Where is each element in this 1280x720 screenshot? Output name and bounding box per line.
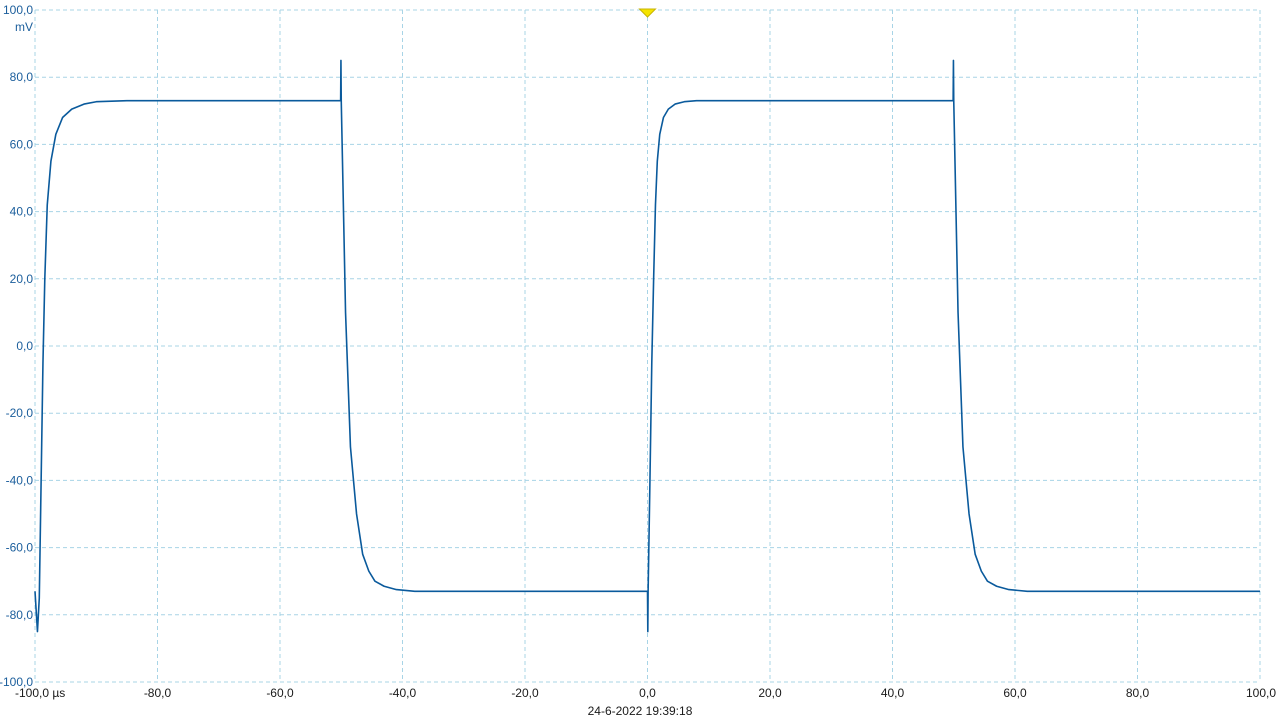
x-tick-label: -40,0 xyxy=(389,686,417,700)
y-tick-label: 0,0 xyxy=(16,339,33,353)
x-tick-label: 60,0 xyxy=(1003,686,1027,700)
x-tick-label: -60,0 xyxy=(266,686,294,700)
x-tick-label: -100,0 µs xyxy=(15,686,65,700)
x-tick-label: 80,0 xyxy=(1126,686,1150,700)
y-tick-label: 60,0 xyxy=(10,137,34,151)
y-tick-label: 40,0 xyxy=(10,205,34,219)
y-tick-label: 100,0 xyxy=(3,3,33,17)
x-axis-tick-labels: -100,0 µs -80,0 -60,0 -40,0 -20,0 0,0 20,0 40,0… xyxy=(15,686,1276,700)
y-axis-tick-labels: 100,0 80,0 60,0 40,0 20,0 0,0 -20,0 -40,0 -60,0 -… xyxy=(0,3,33,689)
oscilloscope-chart: 100,080,060,040,020,00,0-20,0-40,0-60,0-… xyxy=(0,3,1276,718)
trigger-marker xyxy=(638,8,657,18)
y-tick-label: 20,0 xyxy=(10,272,34,286)
x-tick-label: 40,0 xyxy=(881,686,905,700)
x-tick-label: 20,0 xyxy=(758,686,782,700)
x-tick-label: 0,0 xyxy=(639,686,656,700)
x-tick-label: 100,0 xyxy=(1246,686,1276,700)
y-tick-label: -60,0 xyxy=(6,541,34,555)
trigger-position-icon[interactable] xyxy=(638,8,657,18)
y-axis-unit-label: mV xyxy=(15,20,33,34)
x-tick-label: -80,0 xyxy=(144,686,172,700)
y-tick-label: 80,0 xyxy=(10,70,34,84)
y-tick-label: -40,0 xyxy=(6,473,34,487)
y-tick-label: -80,0 xyxy=(6,608,34,622)
y-tick-label: -20,0 xyxy=(6,406,34,420)
capture-timestamp: 24-6-2022 19:39:18 xyxy=(588,704,693,718)
x-tick-label: -20,0 xyxy=(511,686,539,700)
